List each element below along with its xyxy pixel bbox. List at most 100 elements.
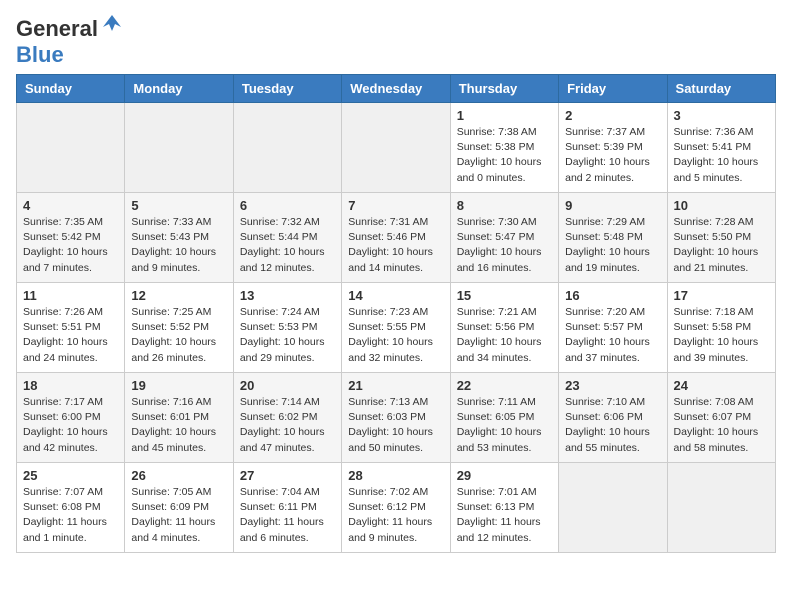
day-number: 16 [565,288,660,303]
day-number: 9 [565,198,660,213]
day-number: 28 [348,468,443,483]
day-number: 13 [240,288,335,303]
day-number: 25 [23,468,118,483]
day-number: 20 [240,378,335,393]
calendar-cell: 8Sunrise: 7:30 AMSunset: 5:47 PMDaylight… [450,193,558,283]
day-number: 24 [674,378,769,393]
calendar-cell: 6 Sunrise: 7:32 AMSunset: 5:44 PMDaylight… [233,193,341,283]
calendar-cell: 27 Sunrise: 7:04 AMSunset: 6:11 PMDayligh… [233,463,341,553]
day-info: Sunrise: 7:24 AMSunset: 5:53 PMDaylight:… [240,305,335,366]
calendar-week-row: 25 Sunrise: 7:07 AMSunset: 6:08 PMDayligh… [17,463,776,553]
day-info: Sunrise: 7:04 AMSunset: 6:11 PMDaylight:… [240,485,335,546]
weekday-header-thursday: Thursday [450,75,558,103]
weekday-header-wednesday: Wednesday [342,75,450,103]
calendar-cell: 15 Sunrise: 7:21 AMSunset: 5:56 PMDayligh… [450,283,558,373]
logo-blue: Blue [16,42,64,67]
weekday-header-sunday: Sunday [17,75,125,103]
calendar-cell: 29 Sunrise: 7:01 AMSunset: 6:13 PMDayligh… [450,463,558,553]
calendar-cell: 25 Sunrise: 7:07 AMSunset: 6:08 PMDayligh… [17,463,125,553]
day-info: Sunrise: 7:01 AMSunset: 6:13 PMDaylight:… [457,485,552,546]
day-number: 23 [565,378,660,393]
calendar-cell: 20 Sunrise: 7:14 AMSunset: 6:02 PMDayligh… [233,373,341,463]
day-info: Sunrise: 7:35 AMSunset: 5:42 PMDaylight:… [23,215,118,276]
day-number: 29 [457,468,552,483]
logo-bird-icon [101,13,123,40]
calendar-cell [559,463,667,553]
day-info: Sunrise: 7:36 AMSunset: 5:41 PMDaylight:… [674,125,769,186]
calendar-cell: 19 Sunrise: 7:16 AMSunset: 6:01 PMDayligh… [125,373,233,463]
day-info: Sunrise: 7:02 AMSunset: 6:12 PMDaylight:… [348,485,443,546]
weekday-header-tuesday: Tuesday [233,75,341,103]
day-number: 27 [240,468,335,483]
day-info: Sunrise: 7:13 AMSunset: 6:03 PMDaylight:… [348,395,443,456]
calendar-cell: 24Sunrise: 7:08 AMSunset: 6:07 PMDayligh… [667,373,775,463]
day-info: Sunrise: 7:37 AMSunset: 5:39 PMDaylight:… [565,125,660,186]
calendar-cell: 13 Sunrise: 7:24 AMSunset: 5:53 PMDayligh… [233,283,341,373]
calendar-cell: 18 Sunrise: 7:17 AMSunset: 6:00 PMDayligh… [17,373,125,463]
calendar-cell [125,103,233,193]
day-info: Sunrise: 7:14 AMSunset: 6:02 PMDaylight:… [240,395,335,456]
day-number: 19 [131,378,226,393]
weekday-header-friday: Friday [559,75,667,103]
calendar-cell: 10 Sunrise: 7:28 AMSunset: 5:50 PMDayligh… [667,193,775,283]
day-number: 21 [348,378,443,393]
calendar-cell: 3Sunrise: 7:36 AMSunset: 5:41 PMDaylight… [667,103,775,193]
day-number: 26 [131,468,226,483]
calendar-cell: 23 Sunrise: 7:10 AMSunset: 6:06 PMDayligh… [559,373,667,463]
calendar-cell: 9 Sunrise: 7:29 AMSunset: 5:48 PMDaylight… [559,193,667,283]
calendar-cell [233,103,341,193]
day-number: 22 [457,378,552,393]
day-info: Sunrise: 7:07 AMSunset: 6:08 PMDaylight:… [23,485,118,546]
calendar-cell: 16 Sunrise: 7:20 AMSunset: 5:57 PMDayligh… [559,283,667,373]
day-number: 14 [348,288,443,303]
calendar-cell: 1Sunrise: 7:38 AMSunset: 5:38 PMDaylight… [450,103,558,193]
calendar-table: SundayMondayTuesdayWednesdayThursdayFrid… [16,74,776,553]
day-number: 12 [131,288,226,303]
day-number: 4 [23,198,118,213]
day-number: 2 [565,108,660,123]
calendar-week-row: 1Sunrise: 7:38 AMSunset: 5:38 PMDaylight… [17,103,776,193]
weekday-header-monday: Monday [125,75,233,103]
calendar-cell [342,103,450,193]
calendar-cell: 7Sunrise: 7:31 AMSunset: 5:46 PMDaylight… [342,193,450,283]
calendar-cell: 2 Sunrise: 7:37 AMSunset: 5:39 PMDaylight… [559,103,667,193]
day-number: 18 [23,378,118,393]
calendar-cell: 5 Sunrise: 7:33 AMSunset: 5:43 PMDaylight… [125,193,233,283]
day-number: 11 [23,288,118,303]
day-number: 17 [674,288,769,303]
day-info: Sunrise: 7:17 AMSunset: 6:00 PMDaylight:… [23,395,118,456]
calendar-cell: 26Sunrise: 7:05 AMSunset: 6:09 PMDayligh… [125,463,233,553]
day-info: Sunrise: 7:32 AMSunset: 5:44 PMDaylight:… [240,215,335,276]
day-info: Sunrise: 7:23 AMSunset: 5:55 PMDaylight:… [348,305,443,366]
day-number: 1 [457,108,552,123]
calendar-week-row: 11 Sunrise: 7:26 AMSunset: 5:51 PMDayligh… [17,283,776,373]
day-number: 5 [131,198,226,213]
day-info: Sunrise: 7:28 AMSunset: 5:50 PMDaylight:… [674,215,769,276]
calendar-cell [17,103,125,193]
day-number: 8 [457,198,552,213]
calendar-cell: 22 Sunrise: 7:11 AMSunset: 6:05 PMDayligh… [450,373,558,463]
day-info: Sunrise: 7:16 AMSunset: 6:01 PMDaylight:… [131,395,226,456]
calendar-week-row: 4 Sunrise: 7:35 AMSunset: 5:42 PMDaylight… [17,193,776,283]
weekday-header-saturday: Saturday [667,75,775,103]
calendar-cell: 4 Sunrise: 7:35 AMSunset: 5:42 PMDaylight… [17,193,125,283]
day-number: 10 [674,198,769,213]
day-info: Sunrise: 7:20 AMSunset: 5:57 PMDaylight:… [565,305,660,366]
day-number: 6 [240,198,335,213]
day-info: Sunrise: 7:18 AMSunset: 5:58 PMDaylight:… [674,305,769,366]
calendar-cell: 28 Sunrise: 7:02 AMSunset: 6:12 PMDayligh… [342,463,450,553]
calendar-cell: 17 Sunrise: 7:18 AMSunset: 5:58 PMDayligh… [667,283,775,373]
logo-general: General [16,16,98,42]
day-info: Sunrise: 7:11 AMSunset: 6:05 PMDaylight:… [457,395,552,456]
day-info: Sunrise: 7:10 AMSunset: 6:06 PMDaylight:… [565,395,660,456]
day-info: Sunrise: 7:21 AMSunset: 5:56 PMDaylight:… [457,305,552,366]
day-info: Sunrise: 7:29 AMSunset: 5:48 PMDaylight:… [565,215,660,276]
day-info: Sunrise: 7:31 AMSunset: 5:46 PMDaylight:… [348,215,443,276]
day-info: Sunrise: 7:25 AMSunset: 5:52 PMDaylight:… [131,305,226,366]
page-header: General Blue [16,16,776,68]
day-number: 15 [457,288,552,303]
day-info: Sunrise: 7:26 AMSunset: 5:51 PMDaylight:… [23,305,118,366]
day-info: Sunrise: 7:33 AMSunset: 5:43 PMDaylight:… [131,215,226,276]
weekday-header-row: SundayMondayTuesdayWednesdayThursdayFrid… [17,75,776,103]
calendar-cell: 11 Sunrise: 7:26 AMSunset: 5:51 PMDayligh… [17,283,125,373]
